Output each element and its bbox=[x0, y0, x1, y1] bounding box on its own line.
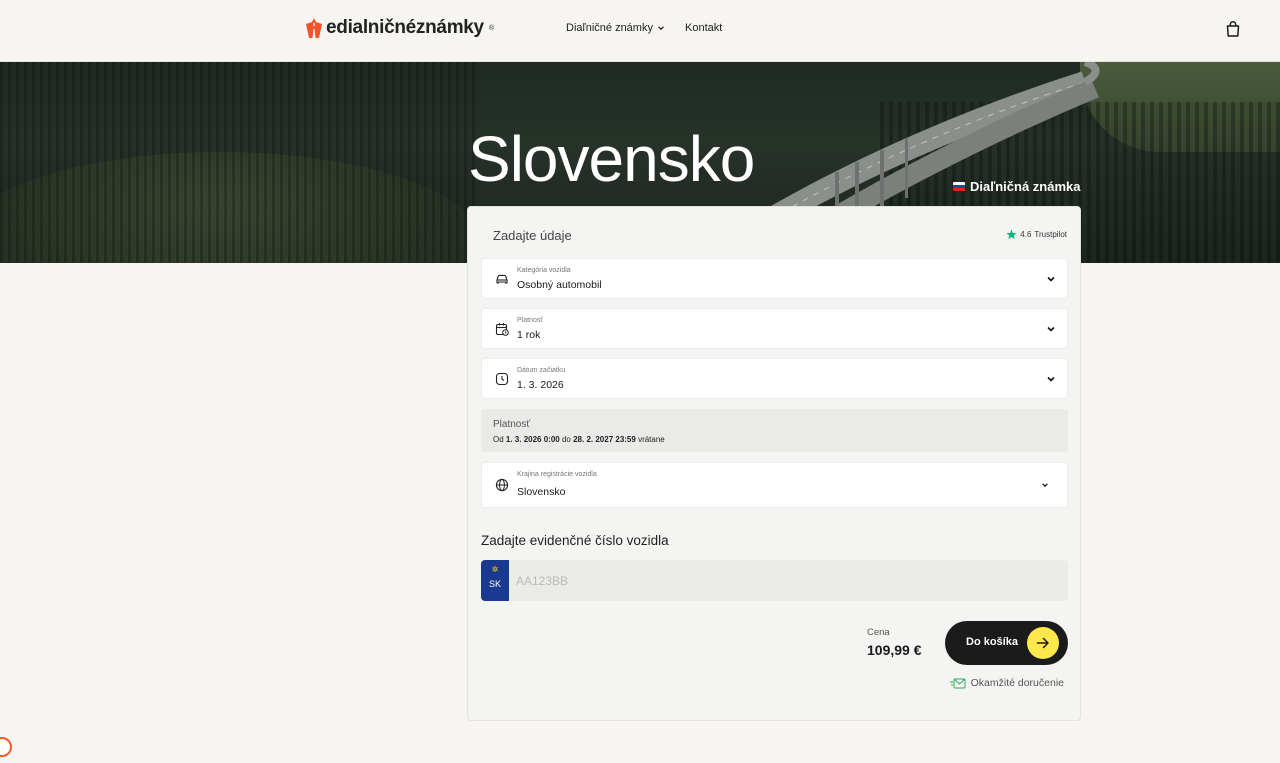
logo[interactable]: edialničnéznámky ® bbox=[306, 17, 494, 39]
clock-icon bbox=[495, 372, 509, 386]
chevron-down-icon bbox=[658, 26, 664, 31]
nav-contact-link[interactable]: Kontakt bbox=[685, 22, 722, 34]
chevron-down-icon bbox=[1047, 376, 1055, 382]
chevron-down-icon bbox=[1047, 276, 1055, 282]
vehicle-category-value: Osobný automobil bbox=[517, 279, 602, 291]
site-header: edialničnéznámky ® Diaľničné známky Konta… bbox=[0, 0, 1280, 62]
car-icon bbox=[496, 274, 508, 284]
nav-highway-vignettes-dropdown[interactable]: Diaľničné známky bbox=[566, 22, 665, 34]
trustpilot-rating[interactable]: 4.6 Trustpilot bbox=[1006, 229, 1067, 240]
start-date-value: 1. 3. 2026 bbox=[517, 379, 564, 391]
registration-country-label: Krajina registrácie vozidla bbox=[517, 471, 597, 478]
price-value: 109,99 € bbox=[867, 642, 922, 658]
star-icon bbox=[1006, 229, 1017, 240]
validity-summary-label: Platnosť bbox=[493, 419, 531, 430]
start-date-label: Dátum začiatku bbox=[517, 367, 566, 374]
vignette-type-tag: Diaľničná známka bbox=[953, 179, 1081, 194]
validity-summary-text: Od 1. 3. 2026 0:00 do 28. 2. 2027 23:59 … bbox=[493, 435, 665, 444]
form-title: Zadajte údaje bbox=[493, 228, 572, 243]
highway-logo-icon bbox=[306, 18, 322, 38]
validity-suffix: vrátane bbox=[638, 435, 665, 444]
validity-period-value: 1 rok bbox=[517, 329, 541, 341]
logo-text: edialničnéznámky bbox=[326, 17, 484, 38]
globe-icon bbox=[495, 478, 509, 492]
start-date-select[interactable]: Dátum začiatku 1. 3. 2026 bbox=[481, 358, 1068, 399]
nav-highway-vignettes-label: Diaľničné známky bbox=[566, 22, 653, 34]
vignette-order-form: Zadajte údaje 4.6 Trustpilot Kategória v… bbox=[467, 206, 1081, 721]
validity-from-word: Od bbox=[493, 435, 504, 444]
price-label: Cena bbox=[867, 627, 890, 638]
chevron-down-icon bbox=[1047, 326, 1055, 332]
shopping-bag-icon[interactable] bbox=[1225, 20, 1241, 38]
logo-registered-mark: ® bbox=[488, 24, 494, 32]
validity-to-word: do bbox=[561, 435, 571, 444]
add-to-cart-label: Do košíka bbox=[966, 636, 1018, 648]
add-to-cart-button[interactable]: Do košíka bbox=[945, 621, 1068, 665]
vehicle-category-label: Kategória vozidla bbox=[517, 267, 571, 274]
validity-period-select[interactable]: Platnosť 1 rok bbox=[481, 308, 1068, 349]
validity-to-datetime: 28. 2. 2027 23:59 bbox=[573, 435, 636, 444]
page-title: Slovensko bbox=[468, 123, 755, 195]
validity-from-datetime: 1. 3. 2026 0:00 bbox=[505, 435, 560, 444]
calendar-icon bbox=[495, 323, 509, 336]
registration-country-select[interactable]: Krajina registrácie vozidla Slovensko bbox=[481, 462, 1068, 508]
validity-summary: Platnosť Od 1. 3. 2026 0:00 do 28. 2. 20… bbox=[481, 409, 1068, 452]
vignette-type-label: Diaľničná známka bbox=[970, 179, 1081, 194]
trustpilot-score: 4.6 bbox=[1020, 230, 1032, 239]
slovakia-flag-icon bbox=[953, 182, 965, 191]
fast-email-icon bbox=[949, 678, 966, 688]
trustpilot-label: Trustpilot bbox=[1034, 230, 1067, 239]
plate-section-title: Zadajte evidenčné číslo vozidla bbox=[481, 533, 669, 548]
registration-country-value: Slovensko bbox=[517, 486, 566, 498]
eu-stars-icon: ✲ bbox=[491, 565, 499, 574]
license-plate-input[interactable] bbox=[516, 560, 1056, 601]
plate-country-code: SK bbox=[488, 579, 501, 589]
eu-plate-badge: ✲ SK bbox=[481, 560, 509, 601]
instant-delivery-note: Okamžité doručenie bbox=[949, 677, 1064, 689]
chevron-down-icon bbox=[1042, 483, 1048, 488]
license-plate-field: ✲ SK bbox=[481, 560, 1068, 601]
vehicle-category-select[interactable]: Kategória vozidla Osobný automobil bbox=[481, 258, 1068, 299]
arrow-right-icon bbox=[1027, 627, 1059, 659]
validity-period-label: Platnosť bbox=[517, 317, 543, 324]
chat-widget-button[interactable] bbox=[0, 737, 12, 757]
instant-delivery-label: Okamžité doručenie bbox=[970, 677, 1064, 689]
nav-contact-label: Kontakt bbox=[685, 22, 723, 34]
